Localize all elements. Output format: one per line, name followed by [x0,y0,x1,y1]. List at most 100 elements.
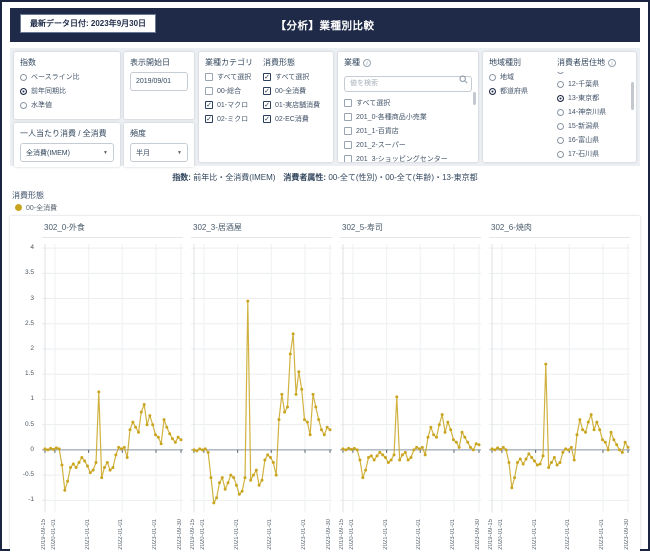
y-tick-label: 1 [30,395,34,403]
info-icon[interactable]: i [608,58,616,67]
index-filter-card: 指数 ベースライン比 前年同期比水準値 [14,52,120,119]
industry-filter-label: 業種 i [344,57,472,68]
region-type-radio-group: 地域 都道府県 [489,72,547,96]
checkbox-option[interactable]: 201_0-各種商品小売業 [344,112,472,122]
option-label: 前年同期比 [31,88,66,95]
x-tick-label: 2021-01-01 [382,519,389,550]
option-label: 16-富山県 [568,137,600,144]
region-type-label: 地域種別 [489,58,521,67]
line-chart [42,244,183,513]
x-tick-label: 2021-01-01 [233,519,240,550]
checkbox-icon: ✓ [263,87,271,95]
option-label: 15-新潟県 [568,123,600,130]
index-filter-label: 指数 [20,58,36,67]
radio-option[interactable]: 12-千葉県 [557,79,630,89]
option-label: 都道府県 [500,88,528,95]
checkbox-option[interactable]: ✓ すべて選択 [263,72,320,82]
checkbox-option[interactable]: 201_2-スーパー [344,140,472,150]
option-label: 地域 [500,74,514,81]
industry-category-group: 業種カテゴリ すべて選択 00-総合 ✓ 01-マクロ ✓ 02-ミクロ [205,57,253,157]
checkbox-option[interactable]: ✓ 00-全消費 [263,86,320,96]
search-icon [459,75,468,84]
checkbox-option[interactable]: すべて選択 [344,98,472,108]
chart-legend: 00-全消費 [15,203,640,212]
industry-checkbox-list: すべて選択 201_0-各種商品小売業 201_1-百貨店 201_2-スーパー 201… [344,94,472,162]
option-label: 14-神奈川県 [568,109,607,116]
radio-icon [20,73,27,81]
x-tick-label: 2019-09-15 [189,519,196,550]
radio-option[interactable]: 13-東京都 [557,93,630,103]
checkbox-option[interactable]: ✓ 02-ミクロ [205,114,253,124]
region-residence-card: 地域種別 地域 都道府県 消費者居住地 i 12-千葉県 13-東京都 14-神奈川県… [483,52,636,162]
checkbox-option[interactable]: ✓ 01-マクロ [205,100,253,110]
frequency-select[interactable]: 半月 ▼ [130,143,188,162]
radio-icon [557,108,564,116]
checkbox-option[interactable]: 201_1-百貨店 [344,126,472,136]
subplot: 302_3-居酒屋 2019-09-15 2020-01-01 2021-01-01 2… [189,218,332,552]
radio-option[interactable]: 前年同期比 [20,86,114,96]
radio-option[interactable]: 地域 [489,72,547,82]
checkbox-option[interactable]: すべて選択 [205,72,253,82]
radio-option[interactable]: 15-新潟県 [557,121,630,131]
option-label: すべて選択 [275,74,310,81]
radio-option[interactable]: 14-神奈川県 [557,107,630,117]
checkbox-option[interactable]: ✓ 02-EC消費 [263,114,320,124]
x-tick-label: 2023-09-30 [475,519,482,550]
x-tick-label: 2023-01-01 [449,519,456,550]
subplot: 302_5-寿司 2019-09-15 2020-01-01 2021-01-01 20… [339,218,482,552]
radio-option[interactable]: 水準値 [20,100,114,110]
x-tick-label: 2021-01-01 [531,519,538,550]
region-type-group: 地域種別 地域都道府県 [489,57,547,157]
option-label: すべて選択 [356,99,391,107]
industry-list-scrollbar[interactable] [473,92,476,105]
checkbox-option[interactable]: 00-総合 [205,86,253,96]
option-label: 201_1-百貨店 [356,127,399,135]
y-tick-label: -0.5 [22,471,34,479]
latest-data-date-box: 最新データ日付: 2023年9月30日 [20,14,157,33]
residence-scrolled-item [557,72,630,75]
radio-option[interactable]: 都道府県 [489,86,547,96]
start-date-input[interactable]: 2019/09/01 [130,72,188,91]
residence-radio-group: 12-千葉県13-東京都14-神奈川県15-新潟県16-富山県17-石川県18-… [557,79,630,162]
y-tick-label: 4 [30,244,34,252]
residence-list-scrollbar[interactable] [631,82,634,110]
x-tick-label: 2020-01-01 [50,519,57,550]
x-axis: 2019-09-15 2020-01-01 2021-01-01 2022-01-01… [189,518,332,552]
x-tick-label: 2022-01-01 [565,519,572,550]
checkbox-icon: ✓ [205,115,213,123]
radio-icon [20,101,27,109]
checkbox-icon [205,87,213,95]
x-tick-label: 2021-01-01 [84,519,91,550]
option-label: 13-東京都 [568,95,600,102]
filter-column-left: 指数 ベースライン比 前年同期比 水準値 表示開始日 2019/09/01 一人当た… [14,52,194,167]
chart-title: 302_5-寿司 [340,218,481,238]
checkbox-icon [344,126,352,135]
option-label: 01-実店舗消費 [275,102,321,109]
radio-option[interactable]: 17-石川県 [557,149,630,159]
option-label: ベースライン比 [31,74,80,81]
radio-option[interactable]: ベースライン比 [20,72,114,82]
radio-icon [557,94,564,102]
y-tick-label: 0 [30,445,34,453]
info-icon[interactable]: i [363,58,371,67]
per-capita-select[interactable]: 全消費(IMEM) ▼ [20,143,114,162]
industry-filter-card: 業種 i すべて選択 201_0-各種商品小売業 201_1-百貨店 201_2-スー… [338,52,478,162]
radio-option[interactable]: 16-富山県 [557,135,630,145]
page-title: 【分析】業種別比較 [275,19,375,32]
checkbox-option[interactable]: ✓ 01-実店舗消費 [263,100,320,110]
x-tick-label: 2023-09-30 [624,519,631,550]
checkbox-icon: ✓ [205,101,213,109]
frequency-label: 頻度 [130,129,146,138]
section-title: 消費形態 [12,191,44,200]
checkbox-option[interactable]: 201_3-ショッピングセンター [344,154,472,162]
summary-index-label: 指数: [172,173,191,182]
industry-category-label: 業種カテゴリ [205,58,253,67]
chart-title: 302_3-居酒屋 [191,218,332,238]
industry-search-input[interactable] [344,75,472,92]
checkbox-icon [205,73,213,81]
option-label: 201_2-スーパー [356,141,406,149]
line-chart [191,244,332,513]
consumption-type-checkbox-list: ✓ すべて選択 ✓ 00-全消費 ✓ 01-実店舗消費 ✓ 02-EC消費 [263,72,320,124]
x-tick-label: 2023-01-01 [151,519,158,550]
radio-icon [557,150,564,158]
